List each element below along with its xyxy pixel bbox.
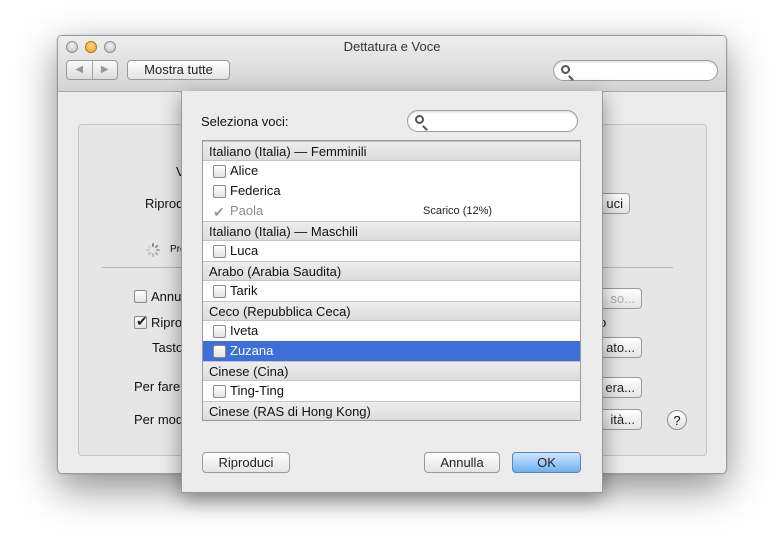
- announce-checkbox[interactable]: [134, 290, 147, 303]
- announce-label: Annu: [151, 289, 182, 304]
- voice-checkbox[interactable]: [213, 165, 226, 178]
- voice-group-header: Arabo (Arabia Saudita): [203, 261, 580, 281]
- window-title: Dettatura e Voce: [343, 39, 441, 54]
- voice-checkbox[interactable]: [213, 185, 226, 198]
- voice-item[interactable]: Tarik: [203, 281, 580, 301]
- search-icon: [415, 115, 424, 124]
- voice-name: Alice: [230, 163, 259, 178]
- voice-checkbox[interactable]: [213, 285, 226, 298]
- voice-name: Ting-Ting: [230, 383, 284, 398]
- spinner-icon: [146, 243, 160, 257]
- voice-name: Zuzana: [230, 343, 274, 358]
- voice-checkbox[interactable]: [213, 325, 226, 338]
- select-voices-label: Seleziona voci:: [201, 114, 289, 129]
- voice-search-field[interactable]: [407, 110, 578, 132]
- voice-item[interactable]: Luca: [203, 241, 580, 261]
- download-status: Scarico (12%): [423, 205, 493, 217]
- voice-item[interactable]: Iveta: [203, 321, 580, 341]
- voice-checkbox[interactable]: [213, 385, 226, 398]
- voice-list[interactable]: Italiano (Italia) — Femminili Alice Federi…: [202, 140, 581, 421]
- voice-name: Paola: [230, 203, 264, 218]
- back-forward-control[interactable]: ◀ ▶: [66, 60, 118, 80]
- cancel-button[interactable]: Annulla: [424, 452, 500, 473]
- voice-checkbox: ✔: [213, 204, 226, 220]
- search-icon: [561, 65, 570, 74]
- voice-checkbox[interactable]: [213, 345, 226, 358]
- voice-group-header: Cinese (RAS di Hong Kong): [203, 401, 580, 420]
- select-voices-sheet: Seleziona voci: Italiano (Italia) — Femm…: [181, 91, 603, 493]
- per-mod-label: Per mod: [134, 412, 184, 427]
- voice-item[interactable]: Zuzana: [203, 341, 580, 361]
- speak-selected-label: Ripro: [151, 315, 183, 330]
- voice-name: Iveta: [230, 323, 259, 338]
- help-button[interactable]: ?: [667, 410, 687, 430]
- voice-item[interactable]: Ting-Ting: [203, 381, 580, 401]
- voice-item[interactable]: Federica: [203, 181, 580, 201]
- title-bar: Dettatura e Voce ◀ ▶ Mostra tutte: [58, 36, 726, 92]
- search-field[interactable]: [553, 60, 718, 81]
- voice-group-header: Ceco (Repubblica Ceca): [203, 301, 580, 321]
- per-fare-label: Per fare: [134, 379, 181, 394]
- voice-checkbox[interactable]: [213, 245, 226, 258]
- back-arrow-icon[interactable]: ◀: [67, 61, 93, 79]
- voice-item[interactable]: ✔ Paola Scarico (12%): [203, 201, 580, 221]
- voice-group-header: Cinese (Cina): [203, 361, 580, 381]
- forward-arrow-icon[interactable]: ▶: [93, 61, 118, 79]
- voice-name: Luca: [230, 243, 259, 258]
- voice-name: Tarik: [230, 283, 258, 298]
- voice-group-header: Italiano (Italia) — Maschili: [203, 221, 580, 241]
- play-button[interactable]: Riproduci: [202, 452, 290, 473]
- key-label: Tasto: [152, 340, 184, 355]
- speak-selected-checkbox[interactable]: ✔: [134, 313, 148, 329]
- checkmark-icon: ✔: [213, 204, 225, 220]
- ok-button[interactable]: OK: [512, 452, 581, 473]
- checkmark-icon: ✔: [136, 313, 148, 329]
- voice-item[interactable]: Alice: [203, 161, 580, 181]
- voice-group-header: Italiano (Italia) — Femminili: [203, 141, 580, 161]
- voice-name: Federica: [230, 183, 281, 198]
- show-all-button[interactable]: Mostra tutte: [127, 60, 230, 80]
